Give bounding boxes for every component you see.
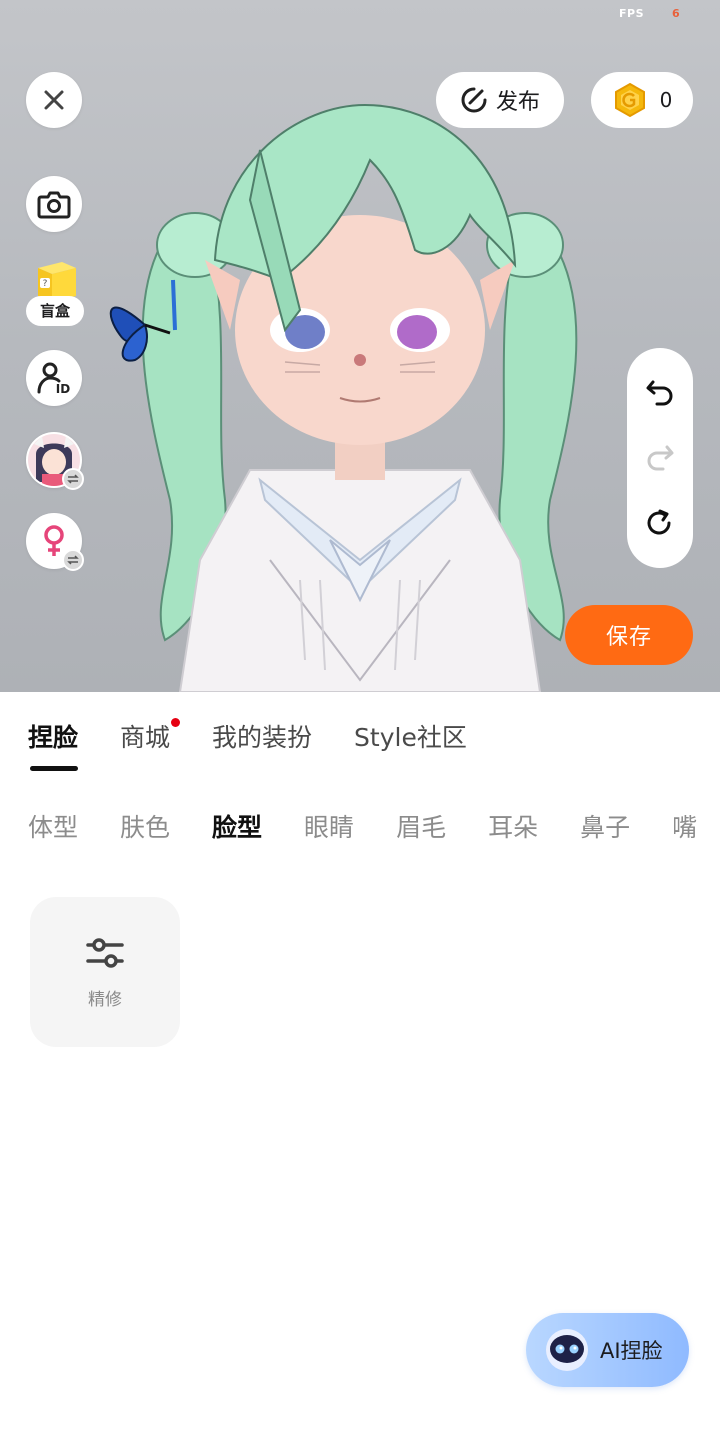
ai-robot-icon (546, 1329, 588, 1371)
redo-icon[interactable] (645, 443, 675, 471)
tab-style-community[interactable]: Style社区 (354, 718, 467, 762)
ai-face-label: AI捏脸 (600, 1339, 663, 1363)
coin-icon (614, 82, 645, 118)
swap-icon (62, 549, 84, 571)
fine-tune-label: 精修 (88, 989, 122, 1010)
fine-tune-card[interactable]: 精修 (30, 897, 180, 1047)
subtab-skin-tone[interactable]: 肤色 (120, 808, 170, 848)
close-icon (44, 90, 64, 110)
blind-box-button[interactable]: ? 盲盒 (26, 262, 86, 328)
blind-box-label: 盲盒 (26, 296, 84, 326)
reset-icon[interactable] (645, 508, 675, 538)
subtab-eyes[interactable]: 眼睛 (304, 808, 354, 848)
tab-label: 捏脸 (28, 723, 79, 752)
switch-gender-button[interactable] (26, 513, 84, 571)
history-controls (627, 348, 693, 568)
subtab-eyebrows[interactable]: 眉毛 (396, 808, 446, 848)
subtab-face-shape[interactable]: 脸型 (212, 808, 262, 848)
subtab-nose[interactable]: 鼻子 (580, 808, 630, 848)
undo-icon[interactable] (645, 378, 675, 406)
subtab-mouth[interactable]: 嘴 (672, 808, 697, 848)
tab-label: 商城 (120, 723, 171, 752)
tab-my-outfits[interactable]: 我的装扮 (212, 718, 312, 762)
camera-icon (37, 191, 71, 219)
camera-button[interactable] (26, 176, 82, 232)
tab-face-editing[interactable]: 捏脸 (28, 718, 79, 771)
fps-label: FPS (619, 7, 644, 20)
ai-face-button[interactable]: AI捏脸 (526, 1313, 689, 1387)
notification-dot (171, 718, 181, 727)
sliders-icon (86, 937, 124, 968)
subtab-ears[interactable]: 耳朵 (488, 808, 538, 848)
avatar-id-button[interactable]: ID (26, 350, 82, 406)
publish-label: 发布 (495, 90, 540, 115)
avatar-viewport[interactable]: FPS 6 发布 0 ? 盲盒 ID 保存 (0, 0, 720, 692)
save-button[interactable]: 保存 (565, 605, 693, 665)
switch-character-button[interactable] (26, 432, 84, 490)
fps-value: 6 (672, 7, 680, 20)
coin-count: 0 (659, 88, 673, 112)
coin-balance[interactable]: 0 (591, 72, 693, 128)
publish-icon (461, 87, 487, 113)
tab-label: 我的装扮 (212, 723, 313, 752)
close-button[interactable] (26, 72, 82, 128)
svg-text:ID: ID (56, 382, 70, 396)
svg-text:?: ? (43, 279, 48, 289)
main-tabs: 捏脸 商城 我的装扮 Style社区 (28, 718, 509, 778)
tab-shop[interactable]: 商城 (120, 718, 181, 762)
publish-button[interactable]: 发布 (436, 72, 564, 128)
user-id-icon: ID (37, 362, 70, 396)
face-category-tabs: 体型 肤色 脸型 眼睛 眉毛 耳朵 鼻子 嘴 (28, 808, 720, 848)
swap-icon (62, 468, 84, 490)
subtab-body-type[interactable]: 体型 (28, 808, 78, 848)
tab-label: Style社区 (354, 723, 467, 752)
